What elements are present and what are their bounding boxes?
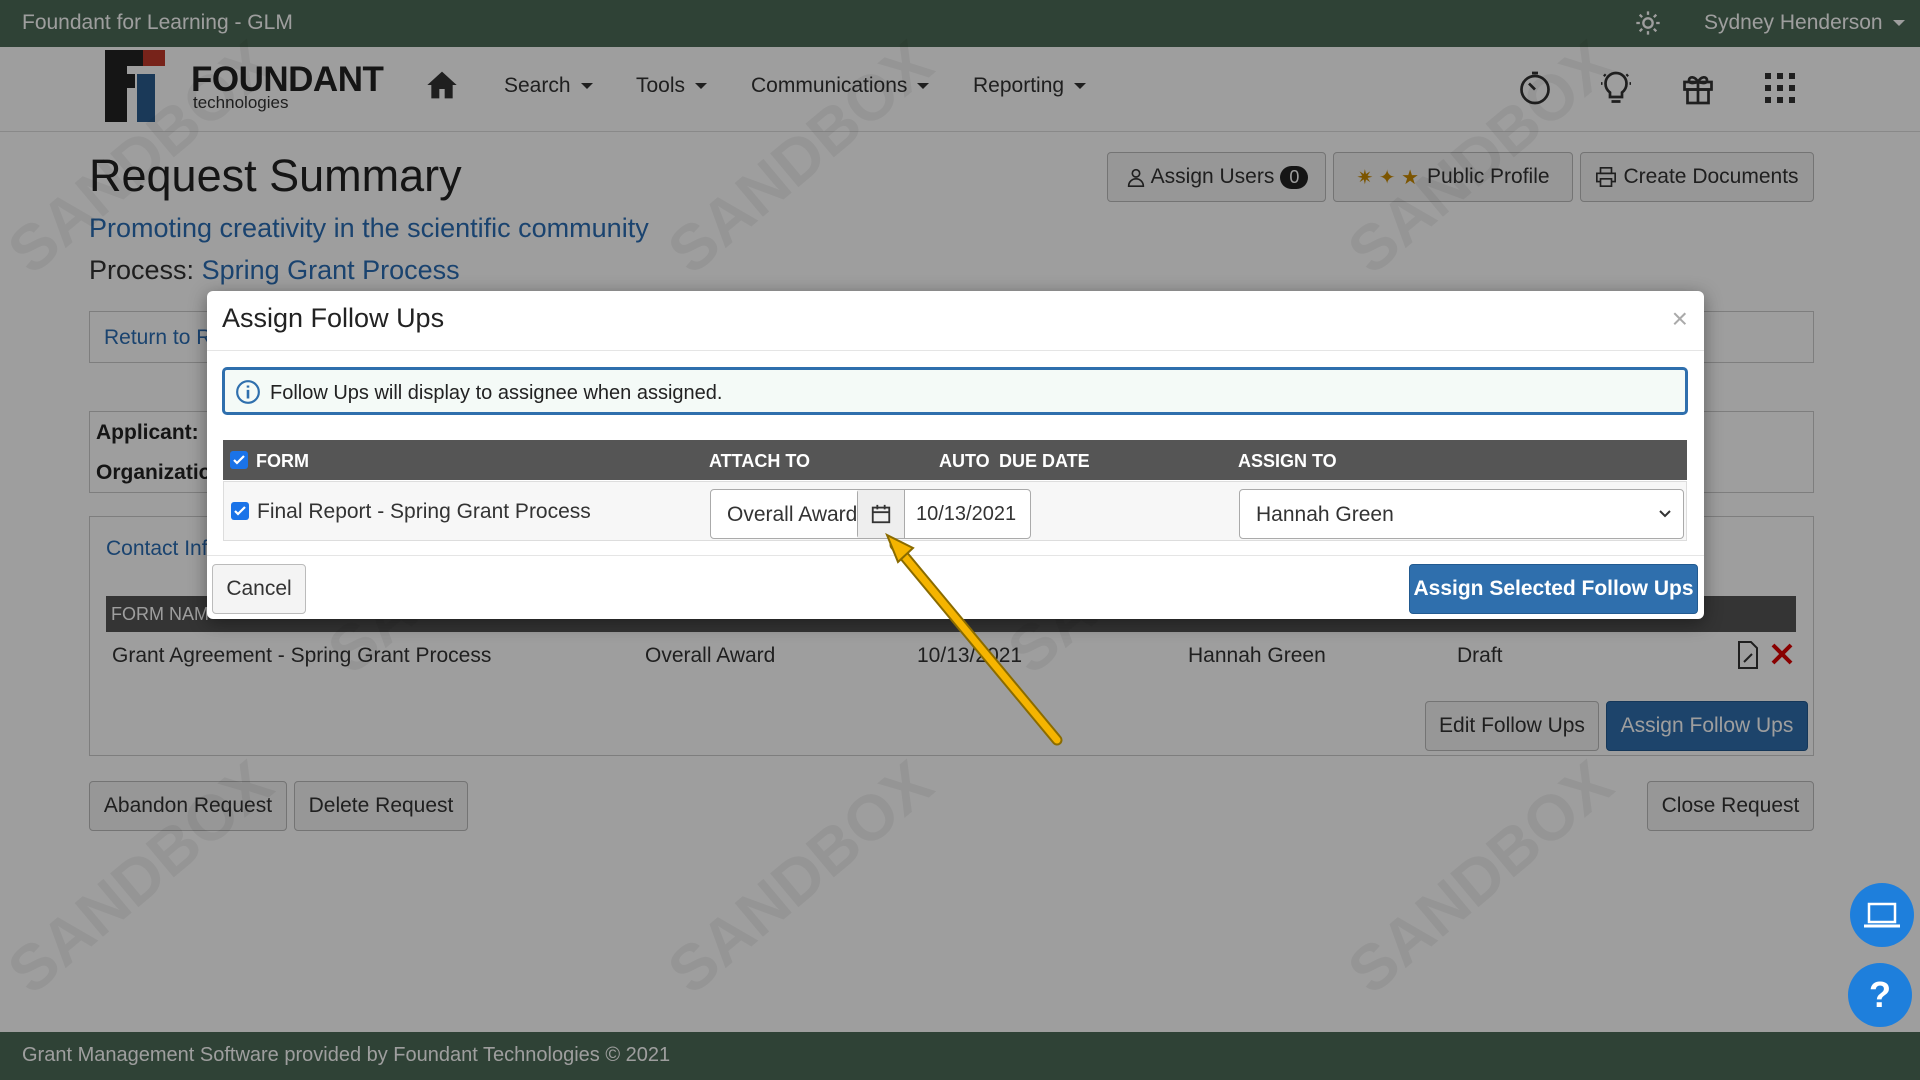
info-alert-text: Follow Ups will display to assignee when… [270, 382, 723, 404]
help-button[interactable]: ? [1848, 963, 1912, 1027]
assign-to-select[interactable]: Hannah Green [1239, 489, 1684, 539]
modal-table-header: FORM ATTACH TO AUTO DUE DATE ASSIGN TO [223, 440, 1687, 480]
modal-title: Assign Follow Ups [222, 303, 445, 333]
due-date-value: 10/13/2021 [916, 503, 1017, 525]
row-form-name: Final Report - Spring Grant Process [257, 500, 591, 523]
checkmark-icon [233, 455, 245, 465]
info-alert: Follow Ups will display to assignee when… [222, 367, 1688, 415]
help-question-mark: ? [1869, 974, 1891, 1015]
checkmark-icon [234, 506, 246, 516]
calendar-icon [871, 504, 891, 524]
modal-divider [207, 350, 1704, 351]
row-checkbox[interactable] [231, 502, 249, 520]
col-attach-to: ATTACH TO [709, 451, 810, 471]
info-icon [236, 380, 260, 404]
col-assign-to: ASSIGN TO [1238, 451, 1337, 471]
assign-selected-follow-ups-button[interactable]: Assign Selected Follow Ups [1409, 564, 1698, 614]
assign-to-value: Hannah Green [1256, 503, 1394, 526]
laptop-icon [1864, 902, 1900, 928]
chevron-down-icon [1659, 510, 1671, 518]
select-all-checkbox[interactable] [230, 451, 248, 469]
assign-follow-ups-modal: Assign Follow Ups × Follow Ups will disp… [207, 291, 1704, 619]
calendar-button[interactable] [858, 490, 905, 538]
col-due-date: DUE DATE [999, 451, 1090, 471]
tutorial-laptop-button[interactable] [1850, 883, 1914, 947]
table-row: Final Report - Spring Grant Process Over… [223, 481, 1687, 541]
cancel-button[interactable]: Cancel [212, 564, 306, 614]
modal-close-button[interactable]: × [1672, 303, 1688, 335]
modal-footer-divider [207, 555, 1704, 556]
due-date-field[interactable]: 10/13/2021 [857, 489, 1031, 539]
col-auto: AUTO [939, 451, 990, 471]
attach-to-value: Overall Award [727, 503, 858, 526]
col-form: FORM [256, 451, 309, 471]
